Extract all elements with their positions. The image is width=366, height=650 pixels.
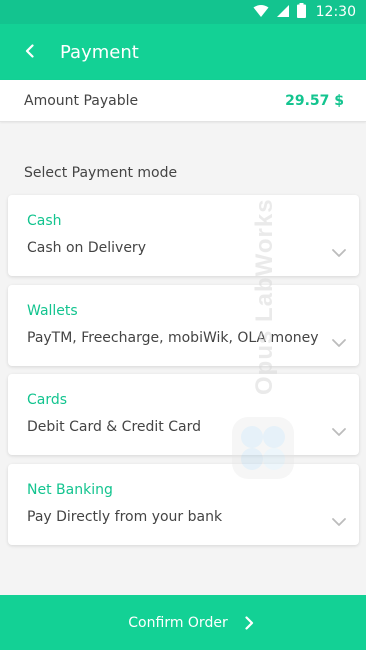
chevron-down-icon (331, 422, 347, 436)
option-title: Net Banking (27, 482, 113, 498)
option-title: Cash (27, 213, 62, 229)
option-title: Wallets (27, 303, 78, 319)
chevron-down-icon (331, 243, 347, 257)
option-description: Cash on Delivery (27, 240, 146, 256)
confirm-order-button[interactable]: Confirm Order (0, 595, 366, 650)
option-description: PayTM, Freecharge, mobiWik, OLA money (27, 330, 319, 346)
page-title: Payment (60, 41, 139, 63)
chevron-left-icon (25, 43, 35, 62)
option-description: Pay Directly from your bank (27, 509, 223, 525)
battery-icon (296, 2, 306, 22)
status-time: 12:30 (315, 4, 356, 20)
back-button[interactable] (0, 24, 60, 80)
chevron-right-icon (244, 615, 254, 630)
chevron-down-icon (331, 512, 347, 526)
confirm-label: Confirm Order (128, 614, 228, 631)
section-label: Select Payment mode (24, 165, 178, 181)
payment-option-wallets[interactable]: Wallets PayTM, Freecharge, mobiWik, OLA … (8, 285, 359, 366)
chevron-down-icon (331, 333, 347, 347)
amount-value: 29.57 $ (285, 92, 344, 109)
status-bar: 12:30 (0, 0, 366, 24)
payment-option-net-banking[interactable]: Net Banking Pay Directly from your bank (8, 464, 359, 545)
payment-option-cash[interactable]: Cash Cash on Delivery (8, 195, 359, 276)
wifi-icon (253, 3, 269, 22)
payment-option-cards[interactable]: Cards Debit Card & Credit Card (8, 374, 359, 455)
amount-label: Amount Payable (24, 92, 139, 109)
amount-payable-row: Amount Payable 29.57 $ (0, 80, 366, 122)
signal-icon (276, 3, 290, 22)
option-description: Debit Card & Credit Card (27, 419, 201, 435)
option-title: Cards (27, 392, 68, 408)
app-bar: Payment (0, 24, 366, 80)
status-icons: 12:30 (253, 2, 356, 22)
